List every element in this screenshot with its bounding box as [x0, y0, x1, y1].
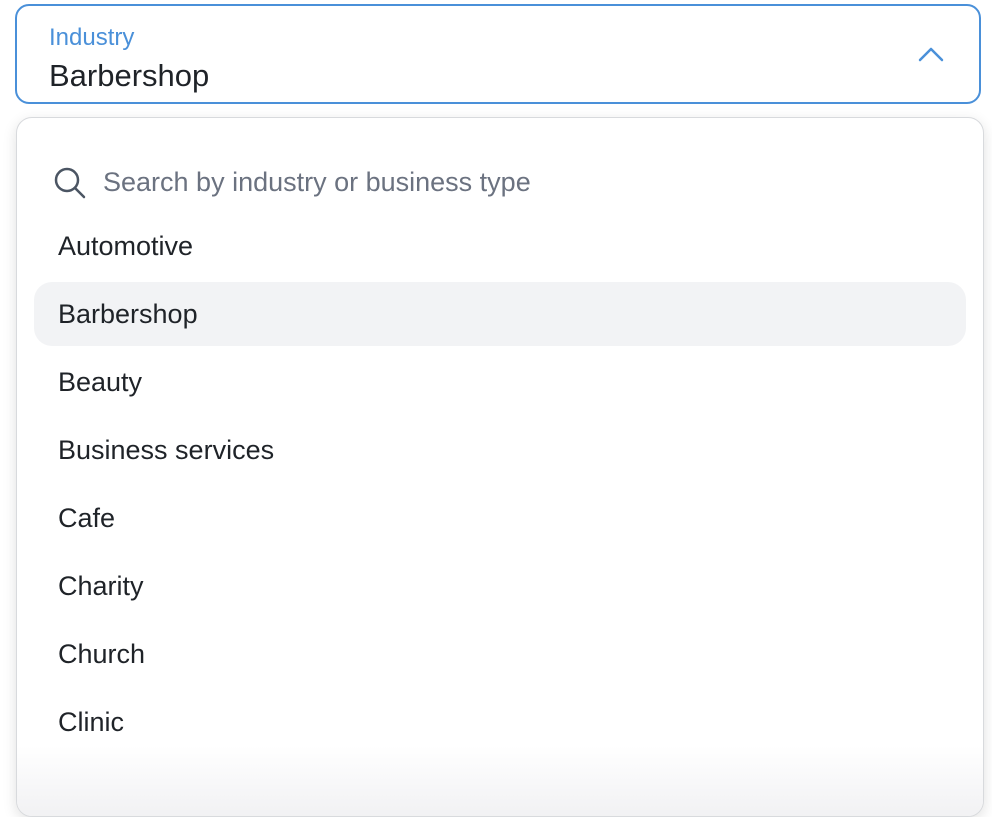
option-cafe[interactable]: Cafe	[34, 486, 966, 550]
search-input[interactable]	[103, 160, 923, 204]
chevron-up-icon[interactable]	[917, 45, 945, 63]
option-beauty[interactable]: Beauty	[34, 350, 966, 414]
option-barbershop[interactable]: Barbershop	[34, 282, 966, 346]
industry-label: Industry	[49, 24, 135, 51]
industry-selected-value: Barbershop	[49, 58, 210, 93]
option-business-services[interactable]: Business services	[34, 418, 966, 482]
option-charity[interactable]: Charity	[34, 554, 966, 618]
industry-select[interactable]: Industry Barbershop	[15, 4, 981, 104]
industry-dropdown: Automotive Barbershop Beauty Business se…	[16, 117, 984, 817]
search-row	[53, 160, 947, 204]
option-church[interactable]: Church	[34, 622, 966, 686]
option-clinic[interactable]: Clinic	[34, 690, 966, 754]
search-icon	[54, 167, 86, 199]
option-automotive[interactable]: Automotive	[34, 214, 966, 278]
industry-options-list: Automotive Barbershop Beauty Business se…	[34, 214, 966, 758]
